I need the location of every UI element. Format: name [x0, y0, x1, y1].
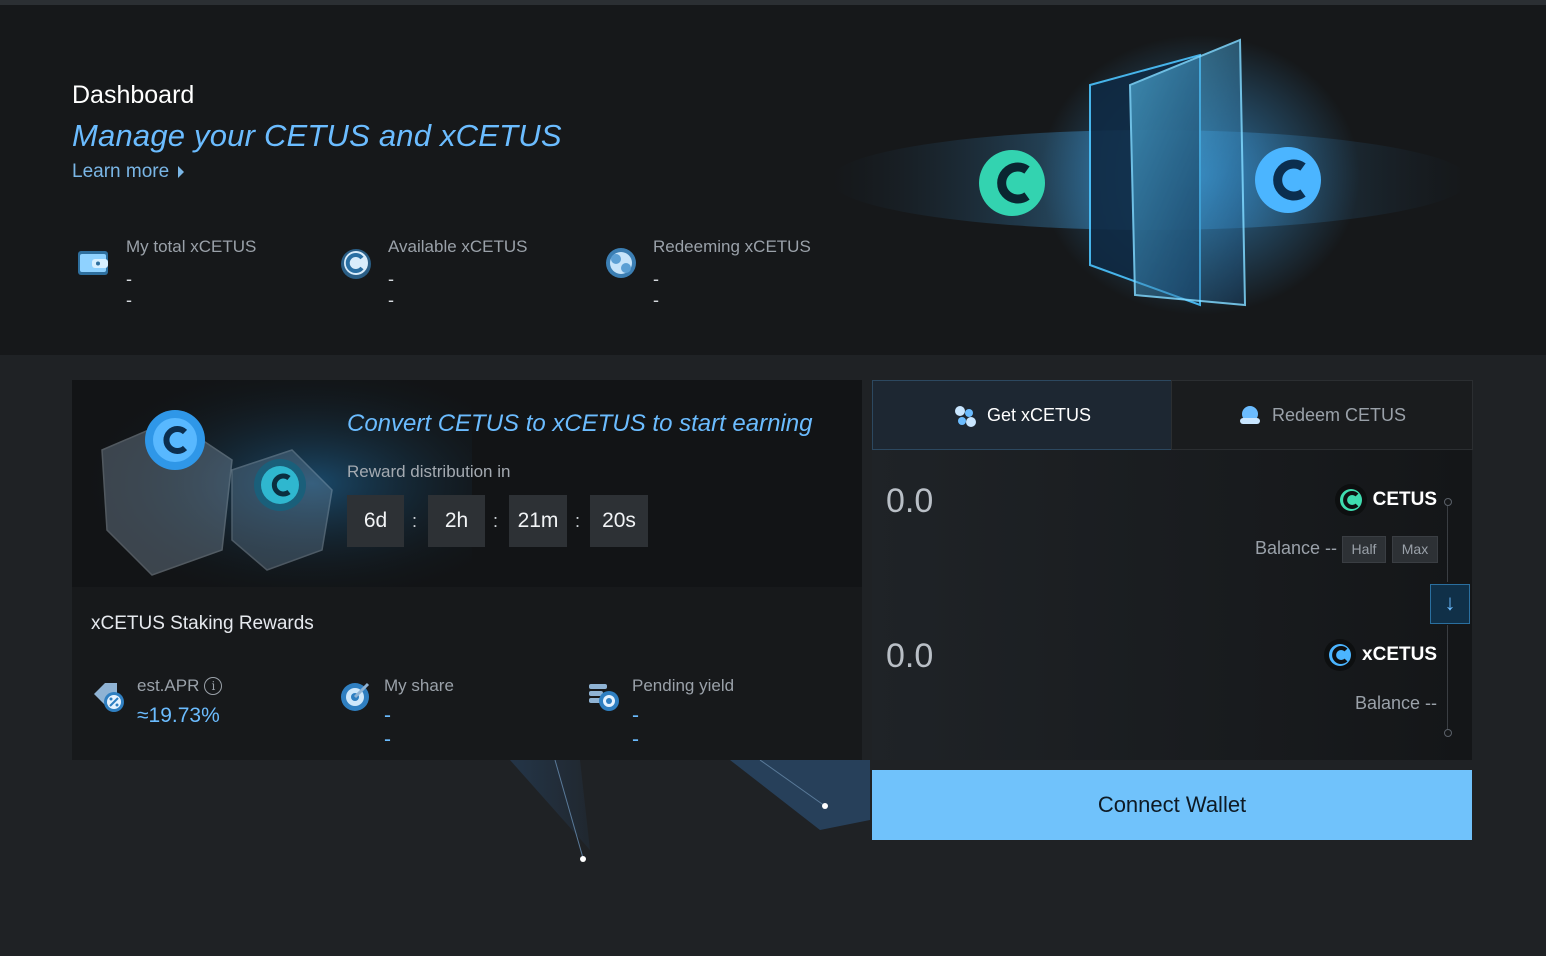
to-token-symbol: xCETUS: [1362, 644, 1437, 665]
rewards-title: xCETUS Staking Rewards: [91, 613, 314, 634]
apr-label-text: est.APR: [137, 676, 200, 695]
to-balance: Balance --: [1354, 693, 1437, 713]
redeem-bowl-icon: [1239, 406, 1260, 425]
caret-right-icon: [178, 165, 185, 178]
connector-dot: [1444, 498, 1452, 506]
page-title: Dashboard: [72, 81, 195, 109]
convert-tabs: Get xCETUS Redeem CETUS: [872, 380, 1473, 450]
share-label: My share: [384, 676, 454, 695]
connector-dot: [1444, 729, 1452, 737]
percent-tag-icon: [94, 683, 124, 712]
countdown-hours: 2h: [428, 495, 485, 547]
countdown-separator: :: [493, 511, 499, 531]
from-balance: Balance --: [1254, 538, 1337, 558]
tab-redeem-label: Redeem CETUS: [1271, 405, 1407, 425]
promo-banner: Convert CETUS to xCETUS to start earning…: [72, 380, 862, 587]
xcetus-coin-icon: [341, 249, 371, 279]
tab-get-label: Get xCETUS: [986, 405, 1092, 425]
stat-value: --: [126, 269, 132, 310]
stat-value: --: [388, 269, 394, 310]
portal-illustration: [830, 35, 1460, 315]
swap-direction-button[interactable]: ↓: [1430, 584, 1470, 624]
tab-redeem-cetus[interactable]: Redeem CETUS: [1171, 380, 1473, 450]
hero-subtitle: Manage your CETUS and xCETUS: [72, 118, 562, 153]
staking-card: Convert CETUS to xCETUS to start earning…: [72, 380, 862, 760]
from-token-symbol: CETUS: [1372, 489, 1437, 510]
distribution-label: Reward distribution in: [347, 462, 511, 481]
connector-line: [1447, 625, 1448, 733]
to-amount: 0.0: [886, 637, 934, 675]
countdown-separator: :: [575, 511, 581, 531]
to-token: xCETUS: [1324, 638, 1437, 672]
pending-value: --: [632, 704, 639, 751]
countdown-seconds: 20s: [590, 495, 648, 547]
pending-label: Pending yield: [632, 676, 735, 695]
wallet-card-icon: [78, 251, 108, 275]
countdown-separator: :: [412, 511, 418, 531]
stat-label: Available xCETUS: [388, 237, 528, 256]
to-token-box: 0.0 xCETUS Balance --: [872, 605, 1472, 760]
learn-more-link[interactable]: Learn more: [72, 161, 185, 183]
from-token: CETUS: [1334, 483, 1437, 517]
coin-stack-icon: [589, 684, 619, 711]
coins-icon: [954, 406, 976, 428]
half-button[interactable]: Half: [1342, 536, 1386, 563]
stat-value: --: [653, 269, 659, 310]
share-value: --: [384, 704, 391, 751]
connector-line: [1447, 502, 1448, 582]
redeem-orb-icon: [606, 248, 636, 278]
from-token-box: 0.0 CETUS Balance -- Half Max: [872, 450, 1472, 605]
stat-label: My total xCETUS: [126, 237, 257, 256]
apr-label: est.APR i: [137, 676, 223, 696]
cetus-logo-icon: [1334, 484, 1367, 516]
learn-more-label: Learn more: [72, 161, 170, 182]
connect-wallet-button[interactable]: Connect Wallet: [872, 770, 1472, 840]
from-amount-input[interactable]: 0.0: [886, 482, 933, 521]
countdown-days: 6d: [347, 495, 404, 547]
tab-get-xcetus[interactable]: Get xCETUS: [872, 380, 1172, 450]
info-icon[interactable]: i: [204, 677, 223, 695]
target-share-icon: [341, 682, 370, 711]
max-button[interactable]: Max: [1392, 536, 1438, 563]
apr-value: ≈19.73%: [137, 704, 220, 727]
stat-label: Redeeming xCETUS: [653, 237, 811, 256]
promo-title: Convert CETUS to xCETUS to start earning: [347, 410, 813, 437]
constellation-decoration: [510, 760, 870, 862]
xcetus-logo-icon: [1324, 639, 1357, 671]
countdown-minutes: 21m: [509, 495, 567, 547]
hero-banner: Dashboard Manage your CETUS and xCETUS L…: [0, 5, 1546, 355]
